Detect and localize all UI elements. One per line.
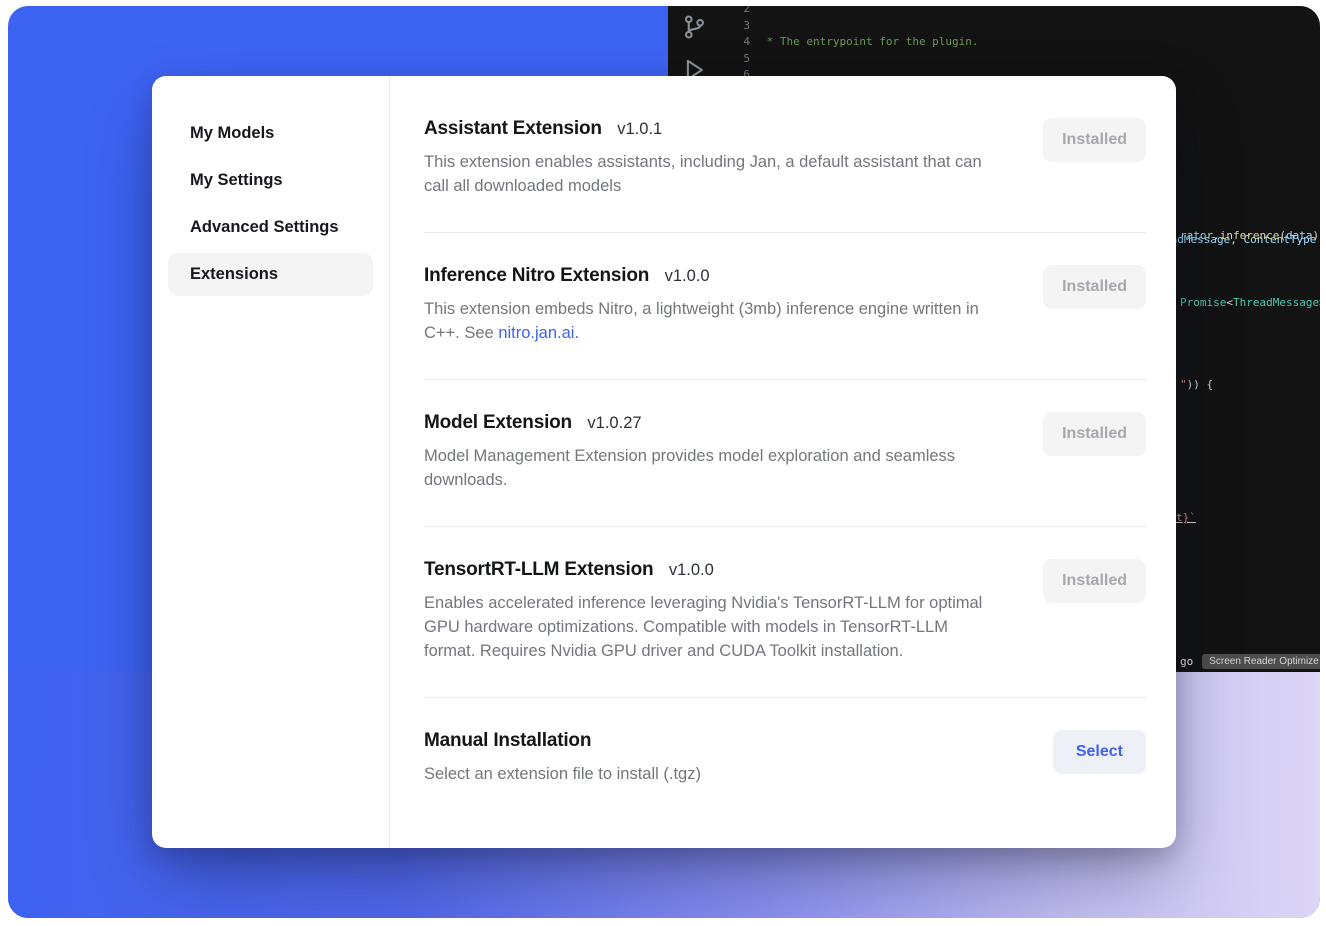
extension-version: v1.0.1 <box>617 120 662 138</box>
extension-version: v1.0.0 <box>665 267 710 285</box>
screenshot-frame: 2 3 4 5 6 * The entrypoint for the plugi… <box>8 6 1320 918</box>
extension-row-model: Model Extension v1.0.27 Model Management… <box>424 380 1146 527</box>
editor-line-numbers: 2 3 4 5 6 <box>714 6 750 84</box>
sidebar: My Models My Settings Advanced Settings … <box>152 76 390 848</box>
code-fragment: Promise<ThreadMessage> <box>1180 295 1320 310</box>
extension-name: TensortRT-LLM Extension <box>424 559 653 580</box>
extensions-panel: Assistant Extension v1.0.1 This extensio… <box>390 76 1176 848</box>
manual-installation-row: Manual Installation Select an extension … <box>424 698 1146 804</box>
code-line: * The entrypoint for the plugin. <box>760 34 1320 51</box>
extension-name: Model Extension <box>424 412 572 433</box>
code-fragment: rator.inference(data)); <box>1180 228 1320 243</box>
extension-description: This extension embeds Nitro, a lightweig… <box>424 297 999 345</box>
installed-button: Installed <box>1043 559 1146 603</box>
editor-status-bar: go Screen Reader Optimize <box>1180 654 1320 669</box>
installed-button: Installed <box>1043 265 1146 309</box>
extension-description: Model Management Extension provides mode… <box>424 444 999 492</box>
screen-reader-chip[interactable]: Screen Reader Optimize <box>1202 654 1320 669</box>
settings-modal: My Models My Settings Advanced Settings … <box>152 76 1176 848</box>
select-file-button[interactable]: Select <box>1053 730 1146 774</box>
extension-version: v1.0.27 <box>587 414 641 432</box>
nitro-jan-ai-link[interactable]: nitro.jan.ai. <box>498 324 579 342</box>
sidebar-item-extensions[interactable]: Extensions <box>168 253 373 296</box>
sidebar-item-my-models[interactable]: My Models <box>168 112 373 155</box>
extension-description: Enables accelerated inference leveraging… <box>424 591 999 663</box>
manual-installation-description: Select an extension file to install (.tg… <box>424 762 701 786</box>
sidebar-item-my-settings[interactable]: My Settings <box>168 159 373 202</box>
installed-button: Installed <box>1043 118 1146 162</box>
installed-button: Installed <box>1043 412 1146 456</box>
extension-description: This extension enables assistants, inclu… <box>424 150 999 198</box>
extension-name: Inference Nitro Extension <box>424 265 649 286</box>
sidebar-item-advanced-settings[interactable]: Advanced Settings <box>168 206 373 249</box>
code-fragment: ")) { <box>1180 377 1213 392</box>
extension-row-nitro: Inference Nitro Extension v1.0.0 This ex… <box>424 233 1146 380</box>
manual-installation-title: Manual Installation <box>424 730 591 751</box>
code-fragment: t}` <box>1176 510 1196 525</box>
extension-row-assistant: Assistant Extension v1.0.1 This extensio… <box>424 102 1146 233</box>
extension-name: Assistant Extension <box>424 118 602 139</box>
source-control-icon[interactable] <box>680 13 708 41</box>
extension-row-tensorrt: TensortRT-LLM Extension v1.0.0 Enables a… <box>424 527 1146 698</box>
status-language-text: go <box>1180 655 1193 668</box>
extension-version: v1.0.0 <box>669 561 714 579</box>
